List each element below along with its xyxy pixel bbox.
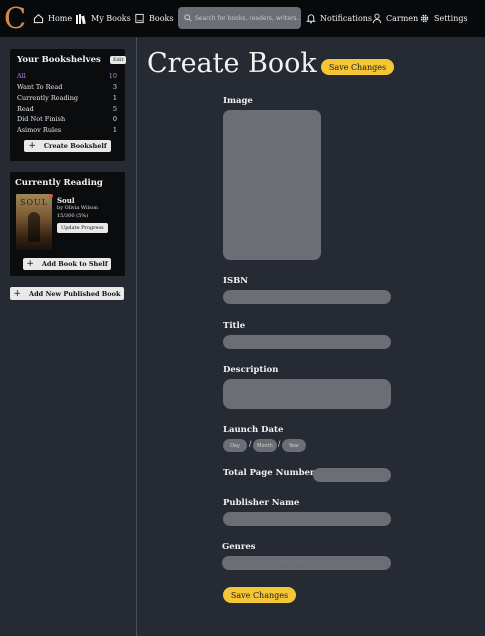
title-input[interactable] — [223, 335, 391, 349]
add-book-to-shelf-label: Add Book to Shelf — [41, 260, 108, 268]
shelf-count: 5 — [112, 105, 117, 113]
image-upload[interactable] — [223, 110, 321, 260]
save-changes-button-top[interactable]: Save Changes — [321, 59, 394, 75]
current-book-author: by Olivia Wilson — [57, 205, 98, 211]
description-input[interactable] — [223, 379, 391, 409]
plus-icon: + — [28, 141, 36, 151]
day-input[interactable]: Day — [223, 439, 247, 452]
plus-icon: + — [13, 288, 22, 299]
nav-books-label: Books — [149, 14, 174, 23]
date-separator: / — [278, 440, 281, 448]
publisher-input[interactable] — [223, 512, 391, 526]
currently-reading-title: Currently Reading — [15, 178, 103, 188]
shelf-item-read[interactable]: Read 5 — [17, 105, 117, 113]
add-new-published-book-label: Add New Published Book — [29, 289, 121, 298]
shelf-item-asimov-rules[interactable]: Asimov Rules 1 — [17, 126, 117, 134]
save-changes-button-bottom[interactable]: Save Changes — [223, 587, 296, 603]
publisher-label: Publisher Name — [223, 498, 300, 508]
launch-date-label: Launch Date — [223, 425, 284, 435]
book-cover[interactable]: SOUL — [16, 194, 52, 250]
add-new-published-book-button[interactable]: + Add New Published Book — [10, 287, 124, 300]
bell-icon — [306, 14, 316, 24]
book-cover-figure — [28, 212, 40, 242]
shelf-label: Did Not Finish — [17, 115, 66, 123]
shelf-item-want-to-read[interactable]: Want To Read 3 — [17, 83, 117, 91]
current-book-progress: 15/300 (5%) — [57, 213, 89, 219]
total-pages-input[interactable] — [313, 468, 391, 482]
nav-home-label: Home — [48, 14, 73, 23]
nav-my-books-label: My Books — [91, 14, 131, 23]
shelf-item-did-not-finish[interactable]: Did Not Finish 0 — [17, 115, 117, 123]
current-book-title[interactable]: Soul — [57, 196, 74, 205]
total-pages-label: Total Page Numbers — [223, 468, 320, 478]
nav-settings-label: Settings — [434, 14, 468, 23]
top-navbar: C Home My Books Books Notifications Carm… — [0, 0, 485, 37]
shelf-count: 0 — [112, 115, 117, 123]
nav-books[interactable]: Books — [134, 0, 173, 37]
date-separator: / — [249, 440, 252, 448]
shelf-count: 10 — [108, 72, 117, 80]
create-bookshelf-button[interactable]: + Create Bookshelf — [24, 140, 111, 152]
shelf-count: 3 — [112, 83, 117, 91]
nav-user[interactable]: Carmen — [372, 0, 418, 37]
shelf-label: Asimov Rules — [17, 126, 62, 134]
shelf-count: 1 — [112, 94, 117, 102]
nav-my-books[interactable]: My Books — [75, 0, 131, 37]
edit-shelves-button[interactable]: Edit — [110, 56, 127, 64]
isbn-label: ISBN — [223, 276, 249, 286]
page-title: Create Book — [147, 48, 317, 79]
user-icon — [372, 13, 382, 24]
nav-user-label: Carmen — [386, 14, 419, 23]
plus-icon: + — [26, 259, 34, 269]
year-input[interactable]: Year — [282, 439, 306, 452]
bookshelves-title: Your Bookshelves — [17, 55, 101, 65]
nav-home[interactable]: Home — [33, 0, 72, 37]
nav-notifications-label: Notifications — [320, 14, 373, 23]
home-icon — [33, 13, 44, 24]
library-icon — [76, 13, 86, 24]
shelf-label: All — [17, 72, 26, 80]
add-book-to-shelf-button[interactable]: + Add Book to Shelf — [23, 258, 111, 270]
genres-label: Genres — [222, 542, 256, 552]
search-bar[interactable] — [178, 7, 301, 29]
gear-icon — [420, 14, 429, 23]
isbn-input[interactable] — [223, 290, 391, 304]
book-cover-title: SOUL — [20, 198, 49, 207]
shelf-item-all[interactable]: All 10 — [17, 72, 117, 80]
genres-input[interactable] — [222, 556, 391, 570]
logo[interactable]: C — [4, 1, 26, 35]
shelf-label: Currently Reading — [17, 94, 79, 102]
description-label: Description — [223, 365, 279, 375]
book-icon — [135, 13, 144, 24]
nav-settings[interactable]: Settings — [419, 0, 468, 37]
search-input[interactable] — [195, 14, 300, 22]
title-label: Title — [223, 321, 246, 331]
search-icon — [184, 14, 192, 22]
nav-notifications[interactable]: Notifications — [306, 0, 372, 37]
sidebar-divider — [136, 37, 137, 636]
status-dot — [49, 194, 53, 198]
shelf-count: 1 — [112, 126, 117, 134]
create-bookshelf-label: Create Bookshelf — [43, 142, 107, 150]
bookshelves-panel: Your Bookshelves Edit All 10 Want To Rea… — [10, 49, 127, 161]
shelf-label: Want To Read — [17, 83, 63, 91]
shelf-label: Read — [17, 105, 34, 113]
shelf-item-currently-reading[interactable]: Currently Reading 1 — [17, 94, 117, 102]
month-input[interactable]: Month — [253, 439, 277, 452]
image-label: Image — [223, 96, 253, 106]
update-progress-button[interactable]: Update Progress — [57, 223, 108, 233]
